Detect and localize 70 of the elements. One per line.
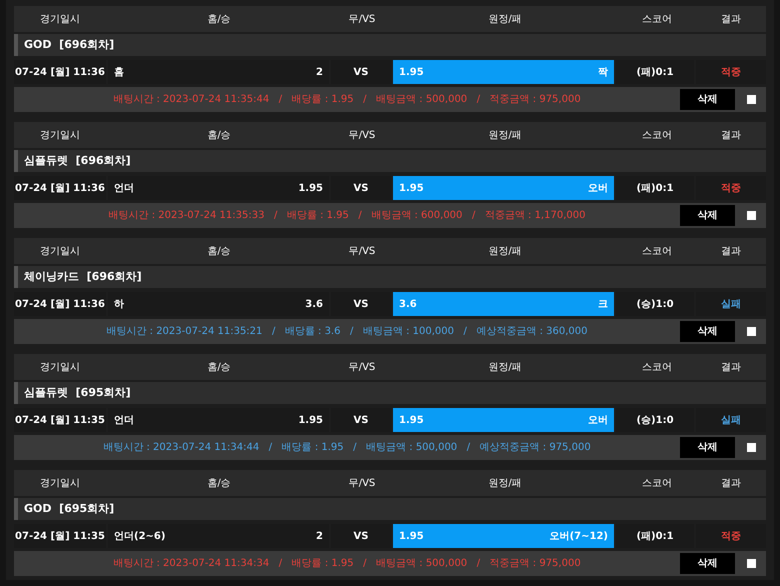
bet-info-text: 배팅시간 : 2023-07-24 11:35:44 / 배당률 : 1.95 / 배팅금액 : 500,000 / 적중금액 : 975,000 [112, 93, 582, 107]
option-label: 오버 [588, 414, 608, 428]
delete-button[interactable]: 삭제 [680, 205, 735, 226]
odds-value: 1.95 [399, 530, 424, 544]
game-title: GOD [696회차] [24, 36, 114, 53]
odds-value: 1.95 [399, 66, 424, 80]
column-header: 무/VS [348, 476, 376, 490]
delete-button[interactable]: 삭제 [680, 89, 735, 110]
column-header: 스코어 [641, 476, 673, 490]
column-header: 경기일시 [39, 476, 81, 490]
game-title: 심플듀렛 [695회차] [24, 384, 131, 401]
column-header: 결과 [720, 360, 742, 374]
column-header: 경기일시 [39, 12, 81, 26]
option-label: 크 [598, 298, 608, 312]
column-header: 원정/패 [487, 12, 523, 26]
column-header: 원정/패 [487, 476, 523, 490]
column-header: 결과 [720, 12, 742, 26]
odds-value: 2 [316, 66, 323, 80]
column-header: 무/VS [348, 128, 376, 142]
option-label: 오버(7~12) [550, 530, 608, 544]
option-label: 오버 [588, 182, 608, 196]
checkbox[interactable] [747, 211, 756, 220]
column-header: 홈/승 [206, 12, 232, 26]
column-header: 결과 [720, 128, 742, 142]
game-title: GOD [695회차] [24, 500, 114, 517]
column-header: 무/VS [348, 244, 376, 258]
column-header: 스코어 [641, 128, 673, 142]
column-header: 경기일시 [39, 360, 81, 374]
column-header: 결과 [720, 244, 742, 258]
column-header: 스코어 [641, 360, 673, 374]
option-label: 홈 [114, 66, 124, 80]
column-header: 홈/승 [206, 244, 232, 258]
option-label: 하 [114, 298, 124, 312]
game-title: 체이닝카드 [696회차] [24, 268, 142, 285]
column-header: 무/VS [348, 12, 376, 26]
option-label: 언더(2~6) [114, 530, 166, 544]
odds-value: 1.95 [298, 414, 323, 428]
column-header: 홈/승 [206, 360, 232, 374]
option-label: 짝 [598, 66, 608, 80]
bet-info-text: 배팅시간 : 2023-07-24 11:34:44 / 배당률 : 1.95 / 배팅금액 : 500,000 / 예상적중금액 : 975,000 [102, 441, 592, 455]
checkbox[interactable] [747, 559, 756, 568]
option-label: 언더 [114, 182, 134, 196]
odds-value: 2 [316, 530, 323, 544]
option-label: 언더 [114, 414, 134, 428]
bet-info-text: 배팅시간 : 2023-07-24 11:35:21 / 배당률 : 3.6 / 배팅금액 : 100,000 / 예상적중금액 : 360,000 [105, 325, 589, 339]
odds-value: 3.6 [305, 298, 323, 312]
odds-value: 1.95 [399, 182, 424, 196]
column-header: 원정/패 [487, 360, 523, 374]
column-header: 홈/승 [206, 128, 232, 142]
bet-info-text: 배팅시간 : 2023-07-24 11:35:33 / 배당률 : 1.95 / 배팅금액 : 600,000 / 적중금액 : 1,170,000 [108, 209, 586, 223]
column-header: 홈/승 [206, 476, 232, 490]
odds-value: 1.95 [399, 414, 424, 428]
checkbox[interactable] [747, 95, 756, 104]
column-header: 경기일시 [39, 128, 81, 142]
odds-value: 3.6 [399, 298, 417, 312]
column-header: 경기일시 [39, 244, 81, 258]
delete-button[interactable]: 삭제 [680, 553, 735, 574]
column-header: 스코어 [641, 12, 673, 26]
checkbox[interactable] [747, 327, 756, 336]
column-header: 원정/패 [487, 128, 523, 142]
odds-value: 1.95 [298, 182, 323, 196]
column-header: 스코어 [641, 244, 673, 258]
column-header: 결과 [720, 476, 742, 490]
column-header: 무/VS [348, 360, 376, 374]
bet-info-text: 배팅시간 : 2023-07-24 11:34:34 / 배당률 : 1.95 / 배팅금액 : 500,000 / 적중금액 : 975,000 [112, 557, 582, 571]
column-header: 원정/패 [487, 244, 523, 258]
delete-button[interactable]: 삭제 [680, 321, 735, 342]
game-title: 심플듀렛 [696회차] [24, 152, 131, 169]
checkbox[interactable] [747, 443, 756, 452]
delete-button[interactable]: 삭제 [680, 437, 735, 458]
